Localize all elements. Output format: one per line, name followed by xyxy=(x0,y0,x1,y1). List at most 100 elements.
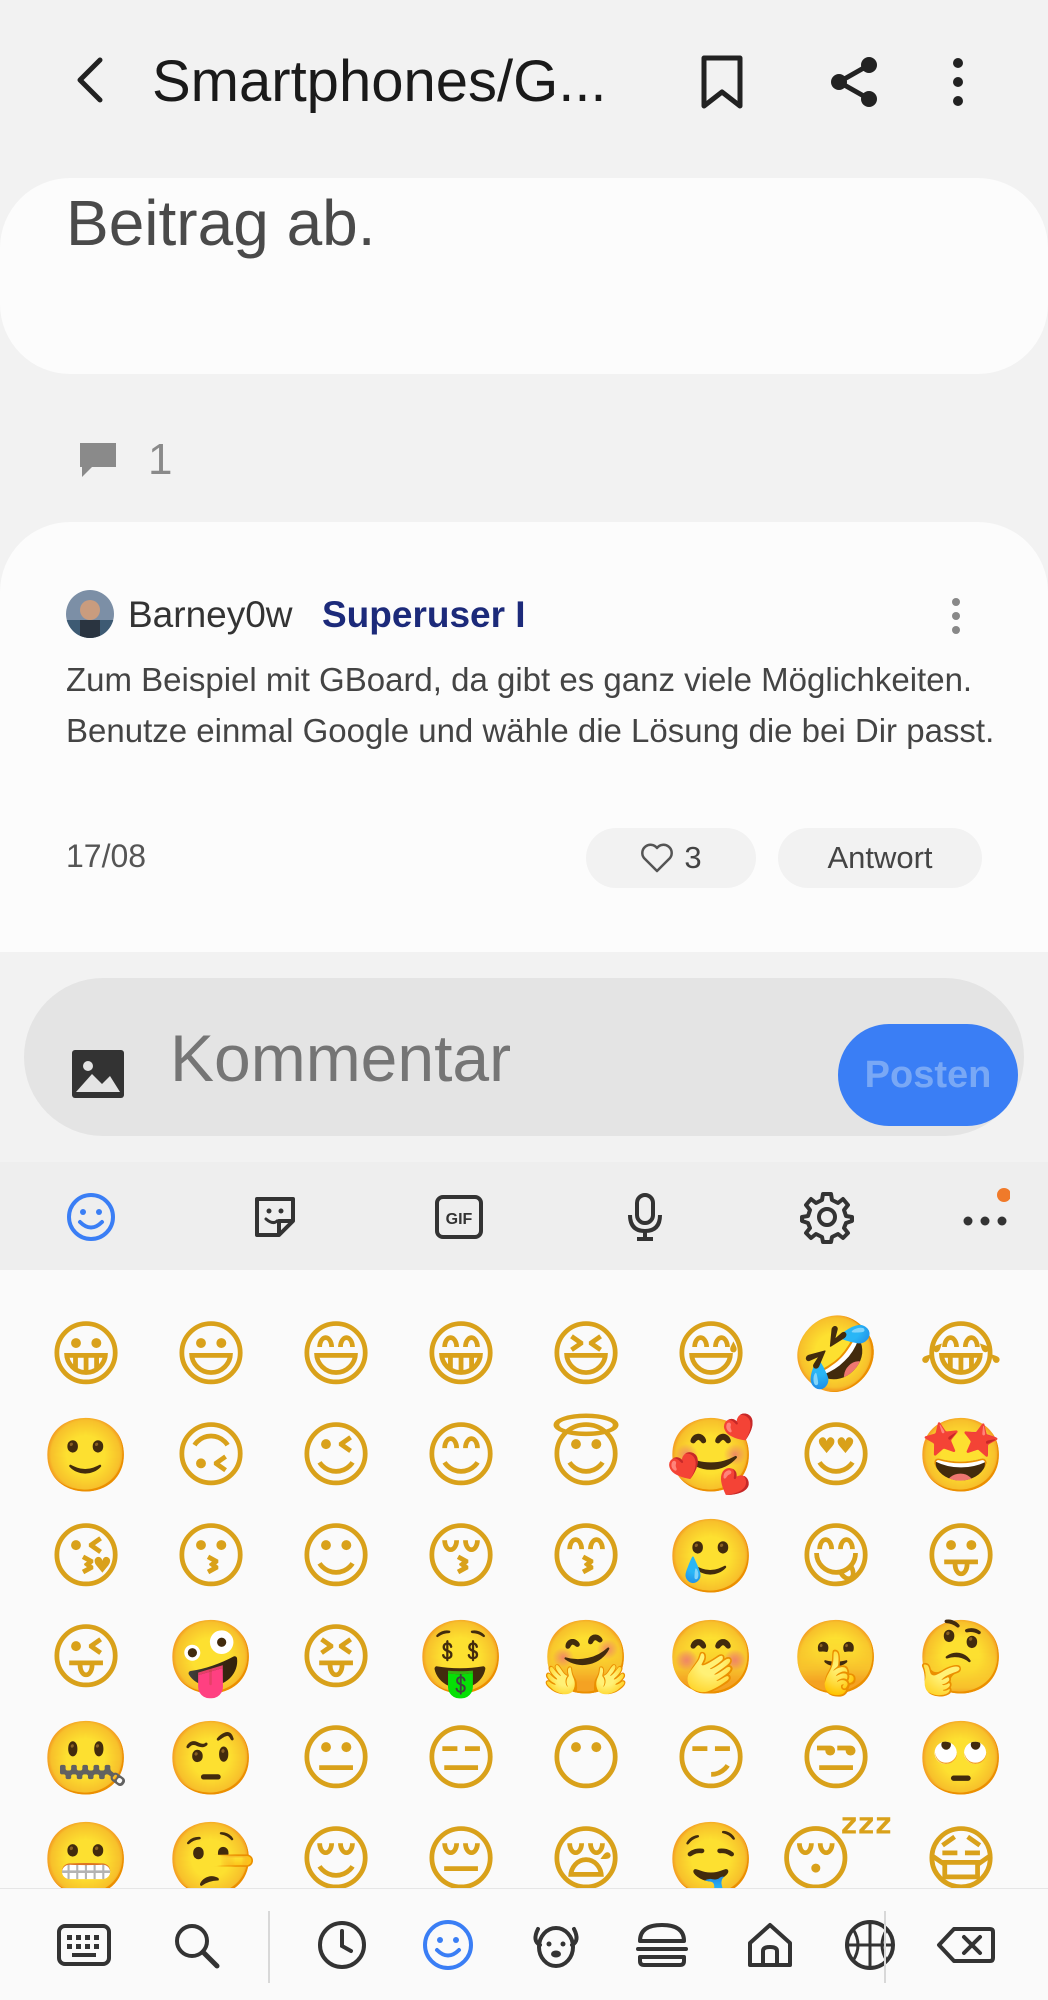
food-icon xyxy=(636,1923,688,1967)
recent-clock-icon xyxy=(318,1921,366,1969)
emoji-key[interactable]: 🤫 xyxy=(790,1611,882,1703)
emoji-key[interactable]: 🤨 xyxy=(165,1712,257,1804)
emoji-key[interactable]: 🤤 xyxy=(665,1813,757,1888)
emoji-key[interactable]: 😬 xyxy=(40,1813,132,1888)
emoji-key[interactable]: 🤣 xyxy=(790,1308,882,1400)
emoji-key[interactable]: 😍 xyxy=(790,1409,882,1501)
animal-icon xyxy=(533,1926,579,1968)
emoji-row: 😬 🤥 😌 😔 😪 🤤 😴 😷 xyxy=(0,1813,1048,1888)
emoji-key[interactable]: 🤐 xyxy=(40,1712,132,1804)
emoji-search-button[interactable] xyxy=(164,1913,228,1977)
emoji-key[interactable]: 😇 xyxy=(540,1409,632,1501)
emoji-key[interactable]: 🤩 xyxy=(915,1409,1007,1501)
app-bar: Smartphones/G... xyxy=(0,0,1048,160)
emoji-key[interactable]: 😂 xyxy=(915,1308,1007,1400)
emoji-key[interactable]: 🥰 xyxy=(665,1409,757,1501)
more-vertical-icon xyxy=(953,58,963,106)
toolbar-more-button[interactable] xyxy=(956,1188,1014,1246)
emoji-key[interactable]: 🤭 xyxy=(665,1611,757,1703)
backspace-button[interactable] xyxy=(934,1913,998,1977)
emoji-key[interactable]: 😛 xyxy=(915,1510,1007,1602)
emoji-key[interactable]: 😏 xyxy=(665,1712,757,1804)
notification-dot xyxy=(997,1188,1010,1202)
emoji-row: 🙂 🙃 😉 😊 😇 🥰 😍 🤩 xyxy=(0,1409,1048,1510)
emoji-key[interactable]: 😔 xyxy=(415,1813,507,1888)
bookmark-button[interactable] xyxy=(690,50,754,114)
like-button[interactable]: 3 xyxy=(586,828,756,888)
category-places[interactable] xyxy=(738,1913,802,1977)
emoji-key[interactable]: 😒 xyxy=(790,1712,882,1804)
emoji-key[interactable]: 🤗 xyxy=(540,1611,632,1703)
emoji-key[interactable]: ☺ xyxy=(290,1510,382,1602)
emoji-key[interactable]: 🥲 xyxy=(665,1510,757,1602)
emoji-key[interactable]: 😄 xyxy=(290,1308,382,1400)
emoji-key[interactable]: 😃 xyxy=(165,1308,257,1400)
emoji-key[interactable]: 🙃 xyxy=(165,1409,257,1501)
share-icon xyxy=(831,57,877,107)
category-recent[interactable] xyxy=(310,1913,374,1977)
emoji-key[interactable]: 😊 xyxy=(415,1409,507,1501)
like-count: 3 xyxy=(684,840,702,875)
comment-icon xyxy=(80,443,116,477)
voice-input-button[interactable] xyxy=(616,1188,674,1246)
emoji-key[interactable]: 🤑 xyxy=(415,1611,507,1703)
emoji-key[interactable]: 😆 xyxy=(540,1308,632,1400)
emoji-key[interactable]: 😉 xyxy=(290,1409,382,1501)
attach-image-button[interactable] xyxy=(70,1048,130,1104)
image-icon xyxy=(72,1050,124,1098)
emoji-key[interactable]: 🙄 xyxy=(915,1712,1007,1804)
emoji-key[interactable]: 😷 xyxy=(915,1813,1007,1888)
gif-label: GIF xyxy=(446,1211,473,1228)
emoji-key[interactable]: 😅 xyxy=(665,1308,757,1400)
category-animals[interactable] xyxy=(524,1913,588,1977)
more-horizontal-icon xyxy=(963,1188,1010,1226)
avatar[interactable] xyxy=(66,590,114,638)
post-text: Beitrag ab. xyxy=(66,187,376,259)
emoji-key[interactable]: 🤔 xyxy=(915,1611,1007,1703)
keyboard-switch-button[interactable] xyxy=(52,1913,116,1977)
reply-more-button[interactable] xyxy=(940,592,972,640)
keyboard-settings-button[interactable] xyxy=(798,1188,856,1246)
emoji-key[interactable]: 😌 xyxy=(290,1813,382,1888)
emoji-key[interactable]: 😐 xyxy=(290,1712,382,1804)
divider xyxy=(268,1911,270,1983)
comment-input[interactable] xyxy=(170,1022,810,1094)
emoji-key[interactable]: 🤪 xyxy=(165,1611,257,1703)
emoji-key[interactable]: 😪 xyxy=(540,1813,632,1888)
author-name[interactable]: Barney0w xyxy=(128,594,293,636)
emoji-key[interactable]: 😁 xyxy=(415,1308,507,1400)
reply-body: Zum Beispiel mit GBoard, da gibt es ganz… xyxy=(66,661,995,749)
emoji-key[interactable]: 🤥 xyxy=(165,1813,257,1888)
emoji-key[interactable]: 😶 xyxy=(540,1712,632,1804)
reply-card: Barney0w Superuser I Zum Beispiel mit GB… xyxy=(0,522,1048,952)
emoji-key[interactable]: 😗 xyxy=(165,1510,257,1602)
emoji-key[interactable]: 😑 xyxy=(415,1712,507,1804)
divider xyxy=(884,1911,886,1983)
share-button[interactable] xyxy=(820,48,888,116)
category-activities[interactable] xyxy=(838,1913,902,1977)
emoji-toolbar-button[interactable] xyxy=(62,1188,120,1246)
author-rank-badge: Superuser I xyxy=(322,594,526,635)
emoji-key[interactable]: 😴 xyxy=(778,1813,894,1888)
emoji-key[interactable]: 😝 xyxy=(290,1611,382,1703)
answer-button[interactable]: Antwort xyxy=(778,828,982,888)
bookmark-icon xyxy=(701,55,743,109)
more-options-button[interactable] xyxy=(930,50,986,114)
post-button[interactable]: Posten xyxy=(838,1024,1018,1126)
emoji-key[interactable]: 😚 xyxy=(415,1510,507,1602)
category-smileys[interactable] xyxy=(416,1913,480,1977)
back-button[interactable] xyxy=(60,50,120,110)
keyboard-toolbar: GIF xyxy=(0,1162,1048,1270)
emoji-key[interactable]: 😜 xyxy=(40,1611,132,1703)
emoji-key[interactable]: 😋 xyxy=(790,1510,882,1602)
emoji-key[interactable]: 😘 xyxy=(40,1510,132,1602)
emoji-panel: 😀 😃 😄 😁 😆 😅 🤣 😂 🙂 🙃 😉 😊 😇 🥰 😍 🤩 😘 😗 ☺ 😚 😙 🥲 😋 😛 😜 🤪 😝 🤑 🤗 🤭 🤫 🤔 🤐 🤨 😐 😑 😶 😏 😒 🙄… xyxy=(0,1270,1048,1888)
emoji-key[interactable]: 🙂 xyxy=(40,1409,132,1501)
sticker-toolbar-button[interactable] xyxy=(246,1188,304,1246)
post-card: Beitrag ab. xyxy=(0,178,1048,374)
gif-toolbar-button[interactable]: GIF xyxy=(430,1188,488,1246)
emoji-key[interactable]: 😀 xyxy=(40,1308,132,1400)
category-food[interactable] xyxy=(630,1913,694,1977)
emoji-key[interactable]: 😙 xyxy=(540,1510,632,1602)
comment-composer: Posten xyxy=(24,978,1024,1136)
